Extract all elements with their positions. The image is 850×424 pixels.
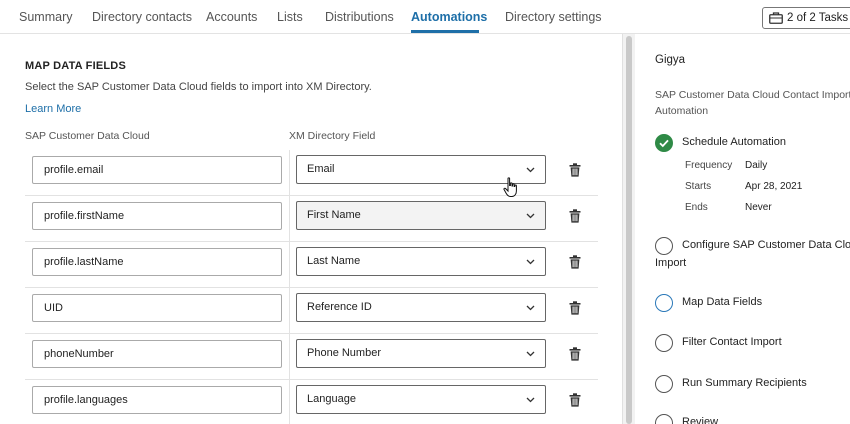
source-field-input[interactable]: profile.lastName — [32, 248, 282, 276]
step-incomplete-circle-icon — [655, 334, 673, 352]
chevron-down-icon — [526, 305, 535, 311]
destination-field-select[interactable]: Language — [296, 385, 546, 414]
destination-field-value: Phone Number — [307, 347, 381, 359]
step-complete-check-icon — [655, 134, 673, 152]
delete-row-trash-icon[interactable] — [569, 301, 581, 315]
chevron-down-icon — [526, 259, 535, 265]
destination-field-select[interactable]: Phone Number — [296, 339, 546, 368]
step-label: Schedule Automation — [682, 136, 786, 148]
destination-field-select[interactable]: First Name — [296, 201, 546, 230]
field-mapping-row: profile.lastName Last Name — [25, 242, 598, 288]
source-field-input[interactable]: UID — [32, 294, 282, 322]
step-current-circle-icon — [655, 294, 673, 312]
briefcase-icon — [769, 12, 783, 24]
tab-directory-contacts[interactable]: Directory contacts — [92, 10, 192, 24]
top-nav: Summary Directory contacts Accounts List… — [0, 0, 850, 34]
map-data-fields-panel: MAP DATA FIELDS Select the SAP Customer … — [0, 34, 622, 424]
step-incomplete-circle-icon — [655, 375, 673, 393]
chevron-down-icon — [526, 397, 535, 403]
destination-field-value: Reference ID — [307, 301, 372, 313]
delete-row-trash-icon[interactable] — [569, 163, 581, 177]
side-panel-subtitle: SAP Customer Data Cloud Contact Import A… — [655, 89, 850, 117]
step-label-continued: Import — [655, 257, 687, 269]
panel-splitter[interactable] — [622, 34, 635, 424]
field-mapping-row: profile.firstName First Name — [25, 196, 598, 242]
delete-row-trash-icon[interactable] — [569, 209, 581, 223]
step-incomplete-circle-icon — [655, 414, 673, 424]
tab-automations[interactable]: Automations — [411, 10, 487, 24]
splitter-handle[interactable] — [626, 36, 632, 424]
source-field-input[interactable]: profile.email — [32, 156, 282, 184]
section-title: MAP DATA FIELDS — [25, 60, 126, 72]
step-label: Run Summary Recipients — [682, 377, 807, 389]
tasks-button[interactable]: 2 of 2 Tasks Complete — [762, 7, 850, 29]
step-label: Map Data Fields — [682, 296, 763, 308]
column-header-destination: XM Directory Field — [289, 130, 376, 142]
step-label: Configure SAP Customer Data Cloud — [682, 239, 850, 251]
tab-summary[interactable]: Summary — [19, 10, 72, 24]
starts-value: Apr 28, 2021 — [745, 181, 803, 192]
frequency-value: Daily — [745, 160, 768, 171]
chevron-down-icon — [526, 351, 535, 357]
field-mapping-row: UID Reference ID — [25, 288, 598, 334]
chevron-down-icon — [526, 167, 535, 173]
step-incomplete-circle-icon — [655, 237, 673, 255]
ends-value: Never — [745, 202, 772, 213]
starts-label: Starts — [685, 181, 712, 192]
tasks-label: 2 of 2 Tasks Complete — [787, 12, 850, 24]
automation-steps-panel: Gigya SAP Customer Data Cloud Contact Im… — [635, 34, 850, 424]
delete-row-trash-icon[interactable] — [569, 255, 581, 269]
tab-directory-settings[interactable]: Directory settings — [505, 10, 602, 24]
destination-field-select[interactable]: Last Name — [296, 247, 546, 276]
field-mapping-row: phoneNumber Phone Number — [25, 334, 598, 380]
delete-row-trash-icon[interactable] — [569, 347, 581, 361]
destination-field-value: Last Name — [307, 255, 361, 267]
chevron-down-icon — [526, 213, 535, 219]
destination-field-select[interactable]: Reference ID — [296, 293, 546, 322]
field-mapping-row: profile.languages Language — [25, 380, 598, 424]
source-field-input[interactable]: profile.languages — [32, 386, 282, 414]
section-description: Select the SAP Customer Data Cloud field… — [25, 81, 372, 93]
side-panel-title: Gigya — [655, 54, 686, 66]
source-field-input[interactable]: profile.firstName — [32, 202, 282, 230]
destination-field-value: First Name — [307, 209, 361, 221]
destination-field-value: Email — [307, 163, 335, 175]
hand-cursor-icon — [503, 177, 517, 197]
column-header-source: SAP Customer Data Cloud — [25, 130, 150, 142]
step-label: Review — [682, 416, 719, 424]
ends-label: Ends — [685, 202, 708, 213]
source-field-input[interactable]: phoneNumber — [32, 340, 282, 368]
learn-more-link[interactable]: Learn More — [25, 103, 81, 115]
frequency-label: Frequency — [685, 160, 733, 171]
delete-row-trash-icon[interactable] — [569, 393, 581, 407]
tab-accounts[interactable]: Accounts — [206, 10, 257, 24]
destination-field-value: Language — [307, 393, 356, 405]
step-label: Filter Contact Import — [682, 336, 782, 348]
tab-lists[interactable]: Lists — [277, 10, 303, 24]
tab-distributions[interactable]: Distributions — [325, 10, 394, 24]
active-tab-indicator — [411, 30, 479, 33]
